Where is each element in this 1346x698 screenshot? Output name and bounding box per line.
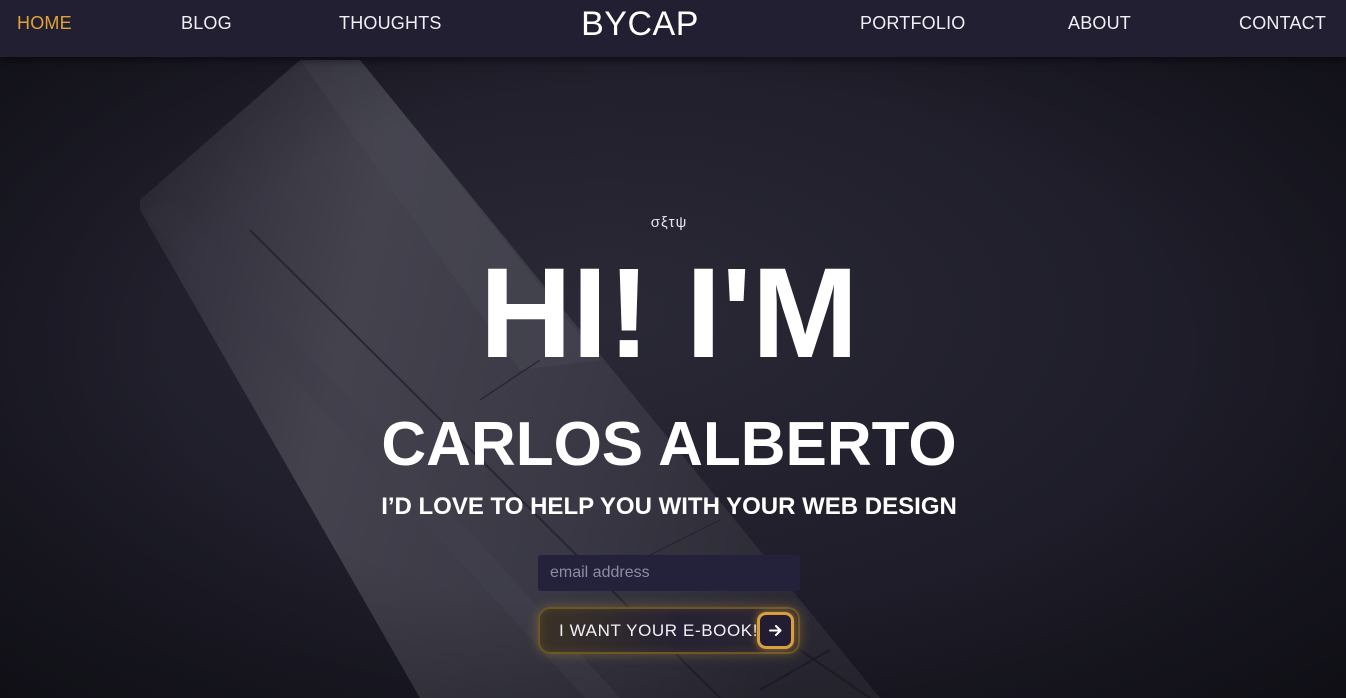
- nav-link-about[interactable]: ABOUT: [1068, 12, 1131, 34]
- brand-logo[interactable]: BYCAP: [540, 5, 740, 43]
- hero-eyebrow: σξτψ: [650, 214, 688, 231]
- nav-link-thoughts[interactable]: THOUGHTS: [339, 12, 442, 34]
- nav-link-home[interactable]: HOME: [17, 12, 72, 34]
- hero-greeting: HI! I'M: [479, 242, 859, 385]
- hero-tagline: I’D LOVE TO HELP YOU WITH YOUR WEB DESIG…: [381, 493, 957, 520]
- email-input[interactable]: [538, 555, 800, 591]
- nav-link-contact[interactable]: CONTACT: [1239, 12, 1326, 34]
- arrow-right-icon[interactable]: [757, 612, 794, 649]
- navbar: HOME BLOG THOUGHTS BYCAP PORTFOLIO ABOUT…: [0, 0, 1346, 57]
- ebook-button-label: I WANT YOUR E-BOOK!: [559, 621, 759, 640]
- nav-link-blog[interactable]: BLOG: [181, 12, 232, 34]
- ebook-button[interactable]: I WANT YOUR E-BOOK!: [538, 607, 800, 654]
- hero-section: σξτψ HI! I'M CARLOS ALBERTO I’D LOVE TO …: [0, 0, 1346, 698]
- nav-link-portfolio[interactable]: PORTFOLIO: [860, 12, 966, 34]
- hero-name: CARLOS ALBERTO: [381, 410, 957, 479]
- page: HOME BLOG THOUGHTS BYCAP PORTFOLIO ABOUT…: [0, 0, 1346, 698]
